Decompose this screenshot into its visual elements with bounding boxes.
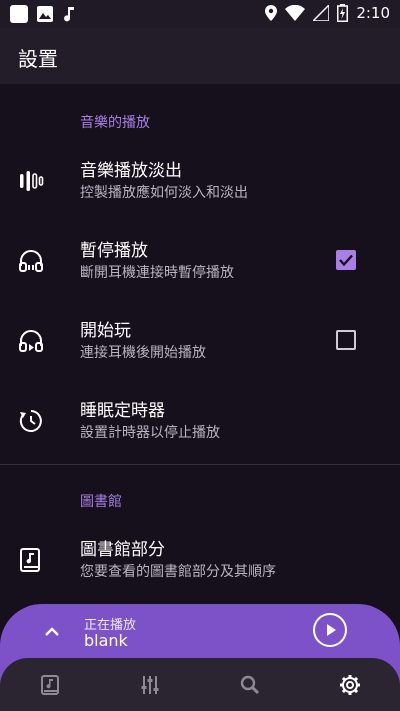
page-title: 設置 [18,47,58,71]
section-header-library: 圖書館 [80,494,122,510]
image-icon [37,6,53,22]
pause-on-disconnect-checkbox[interactable] [336,250,356,270]
pref-title: 暫停播放 [80,241,148,261]
location-icon [265,5,278,21]
battery-icon [337,4,349,22]
headphones-play-icon [19,330,43,352]
pref-summary: 連接耳機後開始播放 [80,345,206,361]
app-bar: 設置 [0,28,400,84]
pref-item-play-on-connect[interactable]: 開始玩 連接耳機後開始播放 [0,302,400,382]
chevron-up-icon[interactable] [40,620,64,644]
section-header-playback: 音樂的播放 [80,115,150,131]
play-icon [327,624,336,636]
section-divider [0,464,400,465]
volume-bars-icon [20,171,44,191]
wifi-icon [285,5,306,21]
pref-summary: 設置計時器以停止播放 [80,425,220,441]
library-icon [20,548,40,572]
pref-title: 睡眠定時器 [80,401,165,421]
status-time: 2:10 [356,4,390,22]
now-playing-title: blank [84,631,128,650]
nav-search-icon[interactable] [238,673,262,697]
nav-library-icon[interactable] [38,673,62,697]
play-button[interactable] [313,613,347,647]
check-icon [339,254,353,267]
pref-summary: 您要查看的圖書館部分及其順序 [80,564,276,580]
pref-item-library-sections[interactable]: 圖書館部分 您要查看的圖書館部分及其順序 [0,521,400,601]
pref-title: 音樂播放淡出 [80,161,182,181]
headphones-icon [19,250,43,272]
pref-item-pause-on-disconnect[interactable]: 暫停播放 斷開耳機連接時暫停播放 [0,222,400,302]
pref-summary: 控製播放應如何淡入和淡出 [80,185,248,201]
bottom-nav [0,658,400,711]
pref-item-sleep-timer[interactable]: 睡眠定時器 設置計時器以停止播放 [0,382,400,462]
status-bar: 2:10 [0,0,400,28]
pref-title: 開始玩 [80,321,131,341]
pref-title: 圖書館部分 [80,540,165,560]
app-notification-icon [10,5,28,23]
status-system: 2:10 [265,4,390,22]
pref-item-fade[interactable]: 音樂播放淡出 控製播放應如何淡入和淡出 [0,142,400,222]
nav-settings-icon[interactable] [338,673,362,697]
timer-icon [19,410,42,432]
status-notifications [10,5,76,23]
play-on-connect-checkbox[interactable] [336,330,356,350]
signal-icon [313,5,330,21]
pref-summary: 斷開耳機連接時暫停播放 [80,265,234,281]
nav-equalizer-icon[interactable] [138,673,162,697]
music-note-icon [64,7,74,22]
